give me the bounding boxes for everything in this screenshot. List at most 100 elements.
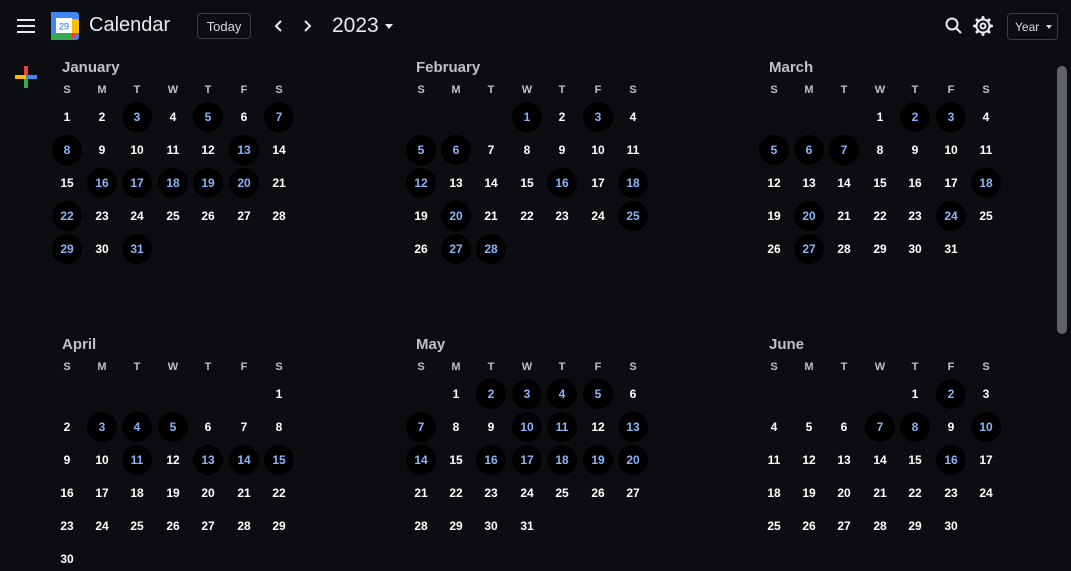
day-cell[interactable]: 1 — [900, 382, 930, 406]
today-button[interactable]: Today — [197, 13, 251, 39]
day-cell[interactable]: 11 — [158, 138, 188, 162]
day-cell[interactable]: 14 — [229, 445, 259, 475]
day-cell[interactable]: 14 — [476, 171, 506, 195]
month-name[interactable]: May — [416, 336, 445, 353]
day-cell[interactable]: 18 — [971, 168, 1001, 198]
day-cell[interactable]: 5 — [193, 102, 223, 132]
day-cell[interactable]: 7 — [476, 138, 506, 162]
day-cell[interactable]: 21 — [229, 481, 259, 505]
settings-button[interactable] — [971, 14, 995, 38]
day-cell[interactable]: 19 — [158, 481, 188, 505]
day-cell[interactable]: 14 — [865, 448, 895, 472]
day-cell[interactable]: 3 — [583, 102, 613, 132]
day-cell[interactable]: 7 — [829, 135, 859, 165]
day-cell[interactable]: 27 — [441, 234, 471, 264]
day-cell[interactable]: 19 — [759, 204, 789, 228]
day-cell[interactable]: 17 — [583, 171, 613, 195]
day-cell[interactable]: 22 — [865, 204, 895, 228]
day-cell[interactable]: 29 — [52, 234, 82, 264]
day-cell[interactable]: 20 — [794, 201, 824, 231]
day-cell[interactable]: 24 — [583, 204, 613, 228]
day-cell[interactable]: 3 — [87, 412, 117, 442]
day-cell[interactable]: 7 — [865, 412, 895, 442]
day-cell[interactable]: 16 — [547, 168, 577, 198]
day-cell[interactable]: 30 — [87, 237, 117, 261]
day-cell[interactable]: 23 — [52, 514, 82, 538]
day-cell[interactable]: 11 — [122, 445, 152, 475]
day-cell[interactable]: 30 — [900, 237, 930, 261]
day-cell[interactable]: 7 — [264, 102, 294, 132]
day-cell[interactable]: 11 — [759, 448, 789, 472]
day-cell[interactable]: 25 — [618, 201, 648, 231]
day-cell[interactable]: 16 — [900, 171, 930, 195]
main-menu-button[interactable] — [10, 10, 42, 42]
month-name[interactable]: March — [769, 59, 813, 76]
day-cell[interactable]: 13 — [618, 412, 648, 442]
day-cell[interactable]: 2 — [936, 379, 966, 409]
day-cell[interactable]: 4 — [158, 105, 188, 129]
day-cell[interactable]: 18 — [759, 481, 789, 505]
day-cell[interactable]: 29 — [441, 514, 471, 538]
day-cell[interactable]: 27 — [193, 514, 223, 538]
day-cell[interactable]: 21 — [476, 204, 506, 228]
day-cell[interactable]: 28 — [229, 514, 259, 538]
search-button[interactable] — [942, 14, 966, 38]
day-cell[interactable]: 13 — [193, 445, 223, 475]
day-cell[interactable]: 18 — [158, 168, 188, 198]
day-cell[interactable]: 29 — [900, 514, 930, 538]
day-cell[interactable]: 23 — [900, 204, 930, 228]
day-cell[interactable]: 15 — [865, 171, 895, 195]
day-cell[interactable]: 22 — [512, 204, 542, 228]
day-cell[interactable]: 17 — [87, 481, 117, 505]
day-cell[interactable]: 22 — [900, 481, 930, 505]
day-cell[interactable]: 27 — [618, 481, 648, 505]
day-cell[interactable]: 1 — [52, 105, 82, 129]
day-cell[interactable]: 3 — [512, 379, 542, 409]
day-cell[interactable]: 5 — [583, 379, 613, 409]
day-cell[interactable]: 27 — [794, 234, 824, 264]
day-cell[interactable]: 26 — [406, 237, 436, 261]
day-cell[interactable]: 29 — [264, 514, 294, 538]
day-cell[interactable]: 17 — [122, 168, 152, 198]
day-cell[interactable]: 20 — [441, 201, 471, 231]
day-cell[interactable]: 24 — [971, 481, 1001, 505]
day-cell[interactable]: 28 — [829, 237, 859, 261]
day-cell[interactable]: 24 — [936, 201, 966, 231]
day-cell[interactable]: 3 — [936, 102, 966, 132]
day-cell[interactable]: 28 — [865, 514, 895, 538]
view-selector[interactable]: Year — [1007, 13, 1058, 40]
day-cell[interactable]: 8 — [52, 135, 82, 165]
day-cell[interactable]: 24 — [122, 204, 152, 228]
day-cell[interactable]: 4 — [759, 415, 789, 439]
day-cell[interactable]: 1 — [441, 382, 471, 406]
day-cell[interactable]: 5 — [759, 135, 789, 165]
day-cell[interactable]: 16 — [476, 445, 506, 475]
day-cell[interactable]: 17 — [971, 448, 1001, 472]
day-cell[interactable]: 30 — [476, 514, 506, 538]
day-cell[interactable]: 14 — [264, 138, 294, 162]
day-cell[interactable]: 6 — [618, 382, 648, 406]
day-cell[interactable]: 12 — [794, 448, 824, 472]
month-name[interactable]: June — [769, 336, 804, 353]
next-year-button[interactable] — [295, 14, 319, 38]
day-cell[interactable]: 15 — [512, 171, 542, 195]
day-cell[interactable]: 13 — [229, 135, 259, 165]
day-cell[interactable]: 1 — [865, 105, 895, 129]
month-name[interactable]: April — [62, 336, 96, 353]
day-cell[interactable]: 5 — [794, 415, 824, 439]
day-cell[interactable]: 10 — [122, 138, 152, 162]
day-cell[interactable]: 3 — [122, 102, 152, 132]
vertical-scrollbar[interactable] — [1057, 66, 1067, 334]
day-cell[interactable]: 1 — [512, 102, 542, 132]
day-cell[interactable]: 25 — [158, 204, 188, 228]
day-cell[interactable]: 26 — [794, 514, 824, 538]
day-cell[interactable]: 30 — [52, 547, 82, 571]
current-year-picker[interactable]: 2023 — [332, 14, 393, 38]
day-cell[interactable]: 22 — [52, 201, 82, 231]
day-cell[interactable]: 25 — [122, 514, 152, 538]
day-cell[interactable]: 9 — [936, 415, 966, 439]
day-cell[interactable]: 21 — [264, 171, 294, 195]
day-cell[interactable]: 6 — [193, 415, 223, 439]
day-cell[interactable]: 17 — [512, 445, 542, 475]
day-cell[interactable]: 14 — [829, 171, 859, 195]
